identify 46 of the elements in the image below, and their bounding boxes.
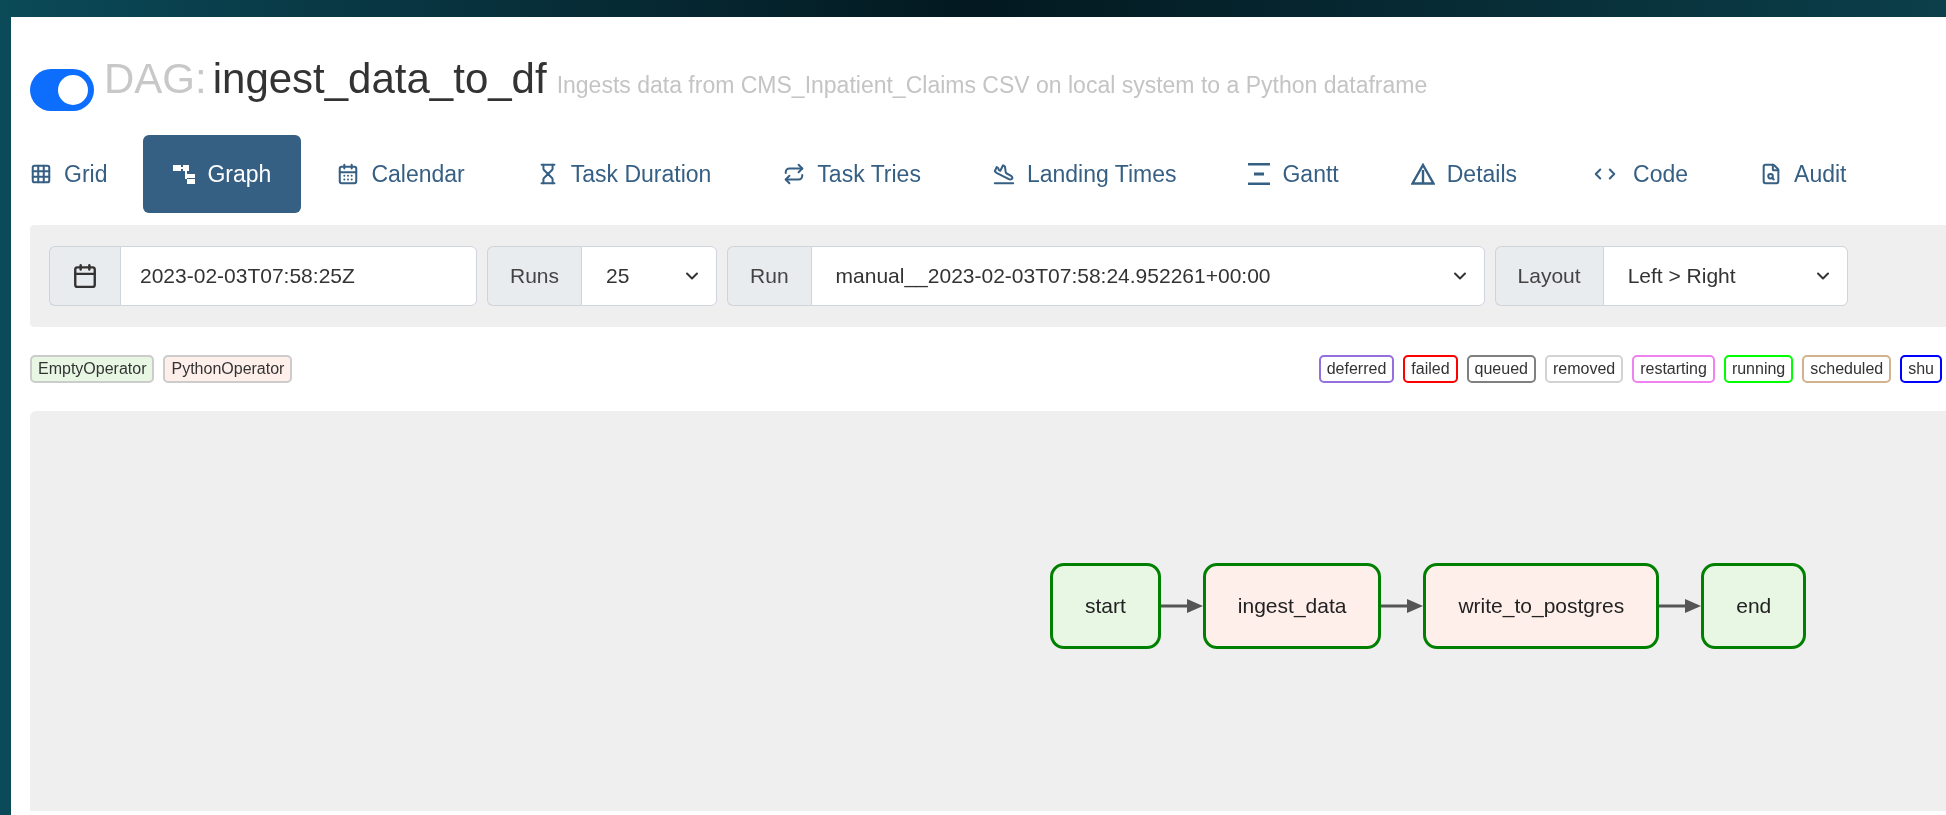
calendar-icon bbox=[337, 163, 360, 185]
dag-description: Ingests data from CMS_Inpatient_Claims CSV on local system to a Python dataframe bbox=[556, 72, 1428, 99]
dag-name: ingest_data_to_df bbox=[212, 55, 547, 103]
view-tab[interactable]: Landing Times bbox=[956, 135, 1213, 213]
select-label: Runs bbox=[487, 246, 582, 306]
task-node[interactable]: ingest_data bbox=[1202, 563, 1382, 649]
gantt-icon bbox=[1248, 163, 1271, 185]
graph-icon bbox=[173, 164, 196, 184]
warning-icon bbox=[1410, 163, 1435, 185]
select-field[interactable]: 25 bbox=[581, 246, 718, 306]
view-tab[interactable]: Calendar bbox=[301, 135, 501, 213]
edge-arrow bbox=[1659, 596, 1702, 616]
state-badge: shu bbox=[1900, 355, 1942, 383]
view-tab[interactable]: Task Duration bbox=[500, 135, 748, 213]
calendar-button[interactable] bbox=[49, 246, 120, 306]
edge-arrow bbox=[1160, 596, 1203, 616]
task-node[interactable]: end bbox=[1701, 563, 1807, 649]
state-badge: running bbox=[1723, 355, 1794, 383]
view-tab[interactable]: Graph bbox=[143, 135, 302, 213]
select-field[interactable]: Left > Right bbox=[1602, 246, 1848, 306]
task-node[interactable]: write_to_postgres bbox=[1423, 563, 1660, 649]
toggle-switch[interactable] bbox=[30, 69, 94, 111]
view-tab[interactable]: Audit bbox=[1724, 135, 1883, 213]
state-badge: failed bbox=[1403, 355, 1458, 383]
operator-badge: PythonOperator bbox=[163, 355, 293, 383]
state-badge: scheduled bbox=[1802, 355, 1892, 383]
date-field[interactable]: 2023-02-03T07:58:25Z bbox=[120, 246, 477, 306]
state-badge: queued bbox=[1466, 355, 1536, 383]
plane-landing-icon bbox=[992, 163, 1015, 185]
task-node[interactable]: start bbox=[1050, 563, 1161, 649]
select-label: Run bbox=[727, 246, 811, 306]
view-tab[interactable]: Grid bbox=[30, 135, 144, 213]
operator-badge: EmptyOperator bbox=[30, 355, 155, 383]
state-badge: restarting bbox=[1632, 355, 1715, 383]
edge-arrow bbox=[1381, 596, 1424, 616]
state-badge: removed bbox=[1544, 355, 1624, 383]
grid-icon bbox=[30, 163, 52, 185]
calendar-icon bbox=[72, 263, 98, 289]
view-tab[interactable]: Details bbox=[1374, 135, 1554, 213]
select-field[interactable]: manual__2023-02-03T07:58:24.952261+00:00 bbox=[810, 246, 1485, 306]
select-label: Layout bbox=[1494, 246, 1603, 306]
repeat-icon bbox=[783, 163, 806, 185]
view-tab[interactable]: Gantt bbox=[1212, 135, 1375, 213]
state-badge: deferred bbox=[1318, 355, 1395, 383]
view-tab[interactable]: Task Tries bbox=[747, 135, 957, 213]
view-tab[interactable]: Code bbox=[1553, 135, 1725, 213]
